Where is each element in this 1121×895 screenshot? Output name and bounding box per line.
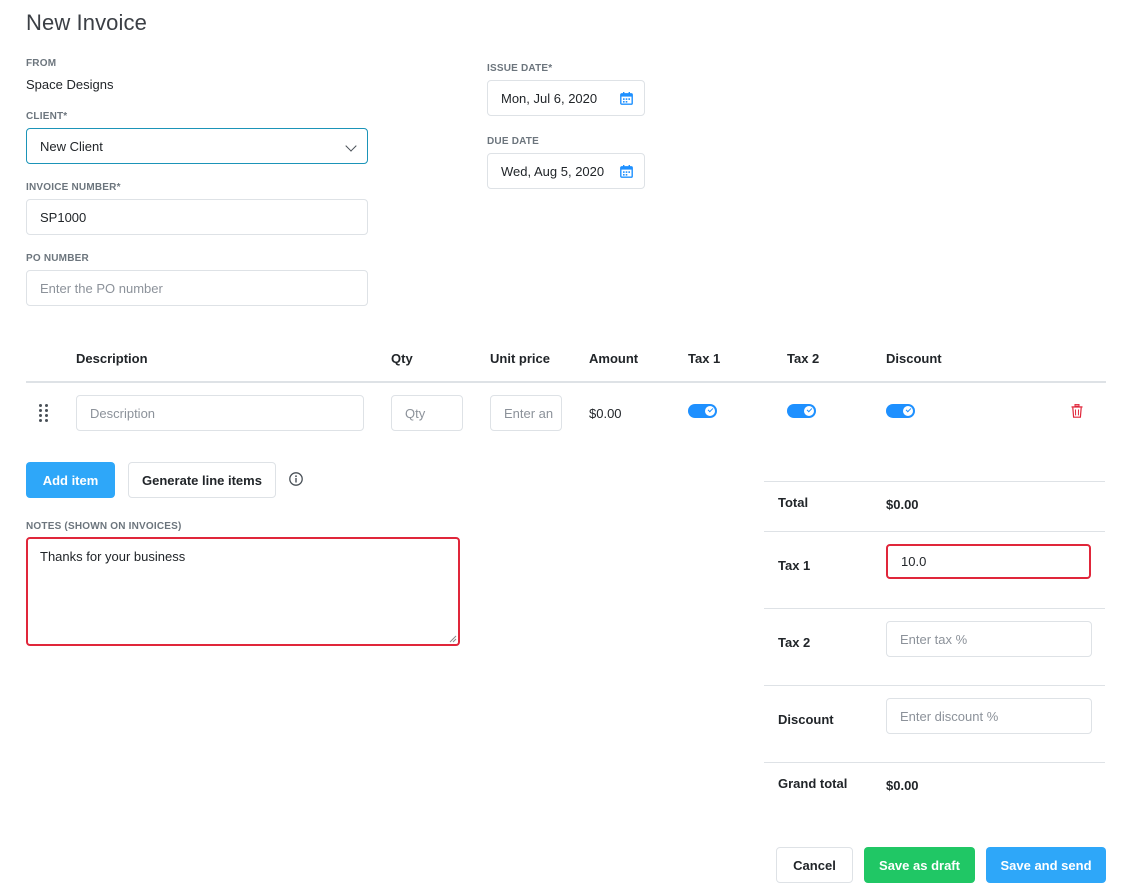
description-input[interactable]: Description bbox=[76, 395, 364, 431]
due-date-input[interactable]: Wed, Aug 5, 2020 bbox=[487, 153, 645, 189]
client-label: CLIENT* bbox=[26, 111, 68, 122]
notes-value: Thanks for your business bbox=[40, 549, 186, 564]
notes-textarea[interactable]: Thanks for your business bbox=[26, 537, 460, 646]
column-header-tax1: Tax 1 bbox=[688, 351, 721, 366]
po-number-label: PO NUMBER bbox=[26, 253, 89, 264]
summary-divider bbox=[764, 685, 1105, 686]
tax2-label: Tax 2 bbox=[778, 635, 811, 650]
issue-date-label: ISSUE DATE* bbox=[487, 63, 553, 74]
column-header-amount: Amount bbox=[589, 351, 639, 366]
invoice-number-label: INVOICE NUMBER* bbox=[26, 182, 121, 193]
summary-divider bbox=[764, 608, 1105, 609]
issue-date-value: Mon, Jul 6, 2020 bbox=[501, 90, 598, 106]
unit-price-placeholder: Enter an bbox=[504, 405, 554, 421]
table-header-divider bbox=[26, 381, 1106, 383]
chevron-down-icon bbox=[345, 140, 357, 152]
column-header-description: Description bbox=[76, 351, 148, 366]
resize-handle-icon[interactable] bbox=[449, 635, 457, 643]
client-select-value: New Client bbox=[40, 138, 103, 154]
calendar-icon bbox=[620, 165, 633, 178]
tax2-input[interactable]: Enter tax % bbox=[886, 621, 1092, 657]
grand-total-label: Grand total bbox=[778, 776, 848, 791]
tax1-input[interactable]: 10.0 bbox=[886, 544, 1091, 579]
due-date-value: Wed, Aug 5, 2020 bbox=[501, 163, 605, 179]
tax1-toggle[interactable] bbox=[688, 404, 717, 418]
drag-handle-icon[interactable] bbox=[39, 404, 49, 422]
client-select[interactable]: New Client bbox=[26, 128, 368, 164]
trash-icon[interactable] bbox=[1071, 404, 1083, 418]
notes-label: NOTES (SHOWN ON INVOICES) bbox=[26, 521, 182, 532]
column-header-discount: Discount bbox=[886, 351, 942, 366]
line-amount: $0.00 bbox=[589, 406, 622, 421]
info-icon[interactable] bbox=[289, 472, 303, 486]
qty-input[interactable]: Qty bbox=[391, 395, 463, 431]
qty-placeholder: Qty bbox=[405, 405, 426, 421]
calendar-icon bbox=[620, 92, 633, 105]
column-header-tax2: Tax 2 bbox=[787, 351, 820, 366]
save-and-send-button[interactable]: Save and send bbox=[986, 847, 1106, 883]
total-value: $0.00 bbox=[886, 497, 919, 512]
tax2-toggle[interactable] bbox=[787, 404, 816, 418]
po-number-input[interactable]: Enter the PO number bbox=[26, 270, 368, 306]
add-item-button[interactable]: Add item bbox=[26, 462, 115, 498]
cancel-button[interactable]: Cancel bbox=[776, 847, 853, 883]
po-number-placeholder: Enter the PO number bbox=[40, 280, 163, 296]
invoice-number-input[interactable]: SP1000 bbox=[26, 199, 368, 235]
issue-date-input[interactable]: Mon, Jul 6, 2020 bbox=[487, 80, 645, 116]
from-label: FROM bbox=[26, 58, 57, 69]
summary-divider bbox=[764, 531, 1105, 532]
unit-price-input[interactable]: Enter an bbox=[490, 395, 562, 431]
description-placeholder: Description bbox=[90, 405, 156, 421]
summary-divider bbox=[764, 481, 1105, 482]
discount-input-placeholder: Enter discount % bbox=[900, 708, 999, 724]
invoice-number-value: SP1000 bbox=[40, 209, 87, 225]
save-as-draft-button[interactable]: Save as draft bbox=[864, 847, 975, 883]
due-date-label: DUE DATE bbox=[487, 136, 539, 147]
tax1-input-value: 10.0 bbox=[901, 554, 927, 569]
generate-line-items-button[interactable]: Generate line items bbox=[128, 462, 276, 498]
grand-total-value: $0.00 bbox=[886, 778, 919, 793]
column-header-unit-price: Unit price bbox=[490, 351, 550, 366]
page-title: New Invoice bbox=[26, 10, 147, 35]
tax2-input-placeholder: Enter tax % bbox=[900, 631, 968, 647]
discount-label: Discount bbox=[778, 712, 834, 727]
from-value: Space Designs bbox=[26, 77, 114, 92]
summary-divider bbox=[764, 762, 1105, 763]
tax1-label: Tax 1 bbox=[778, 558, 811, 573]
total-label: Total bbox=[778, 495, 809, 510]
discount-input[interactable]: Enter discount % bbox=[886, 698, 1092, 734]
discount-toggle[interactable] bbox=[886, 404, 915, 418]
column-header-qty: Qty bbox=[391, 351, 413, 366]
